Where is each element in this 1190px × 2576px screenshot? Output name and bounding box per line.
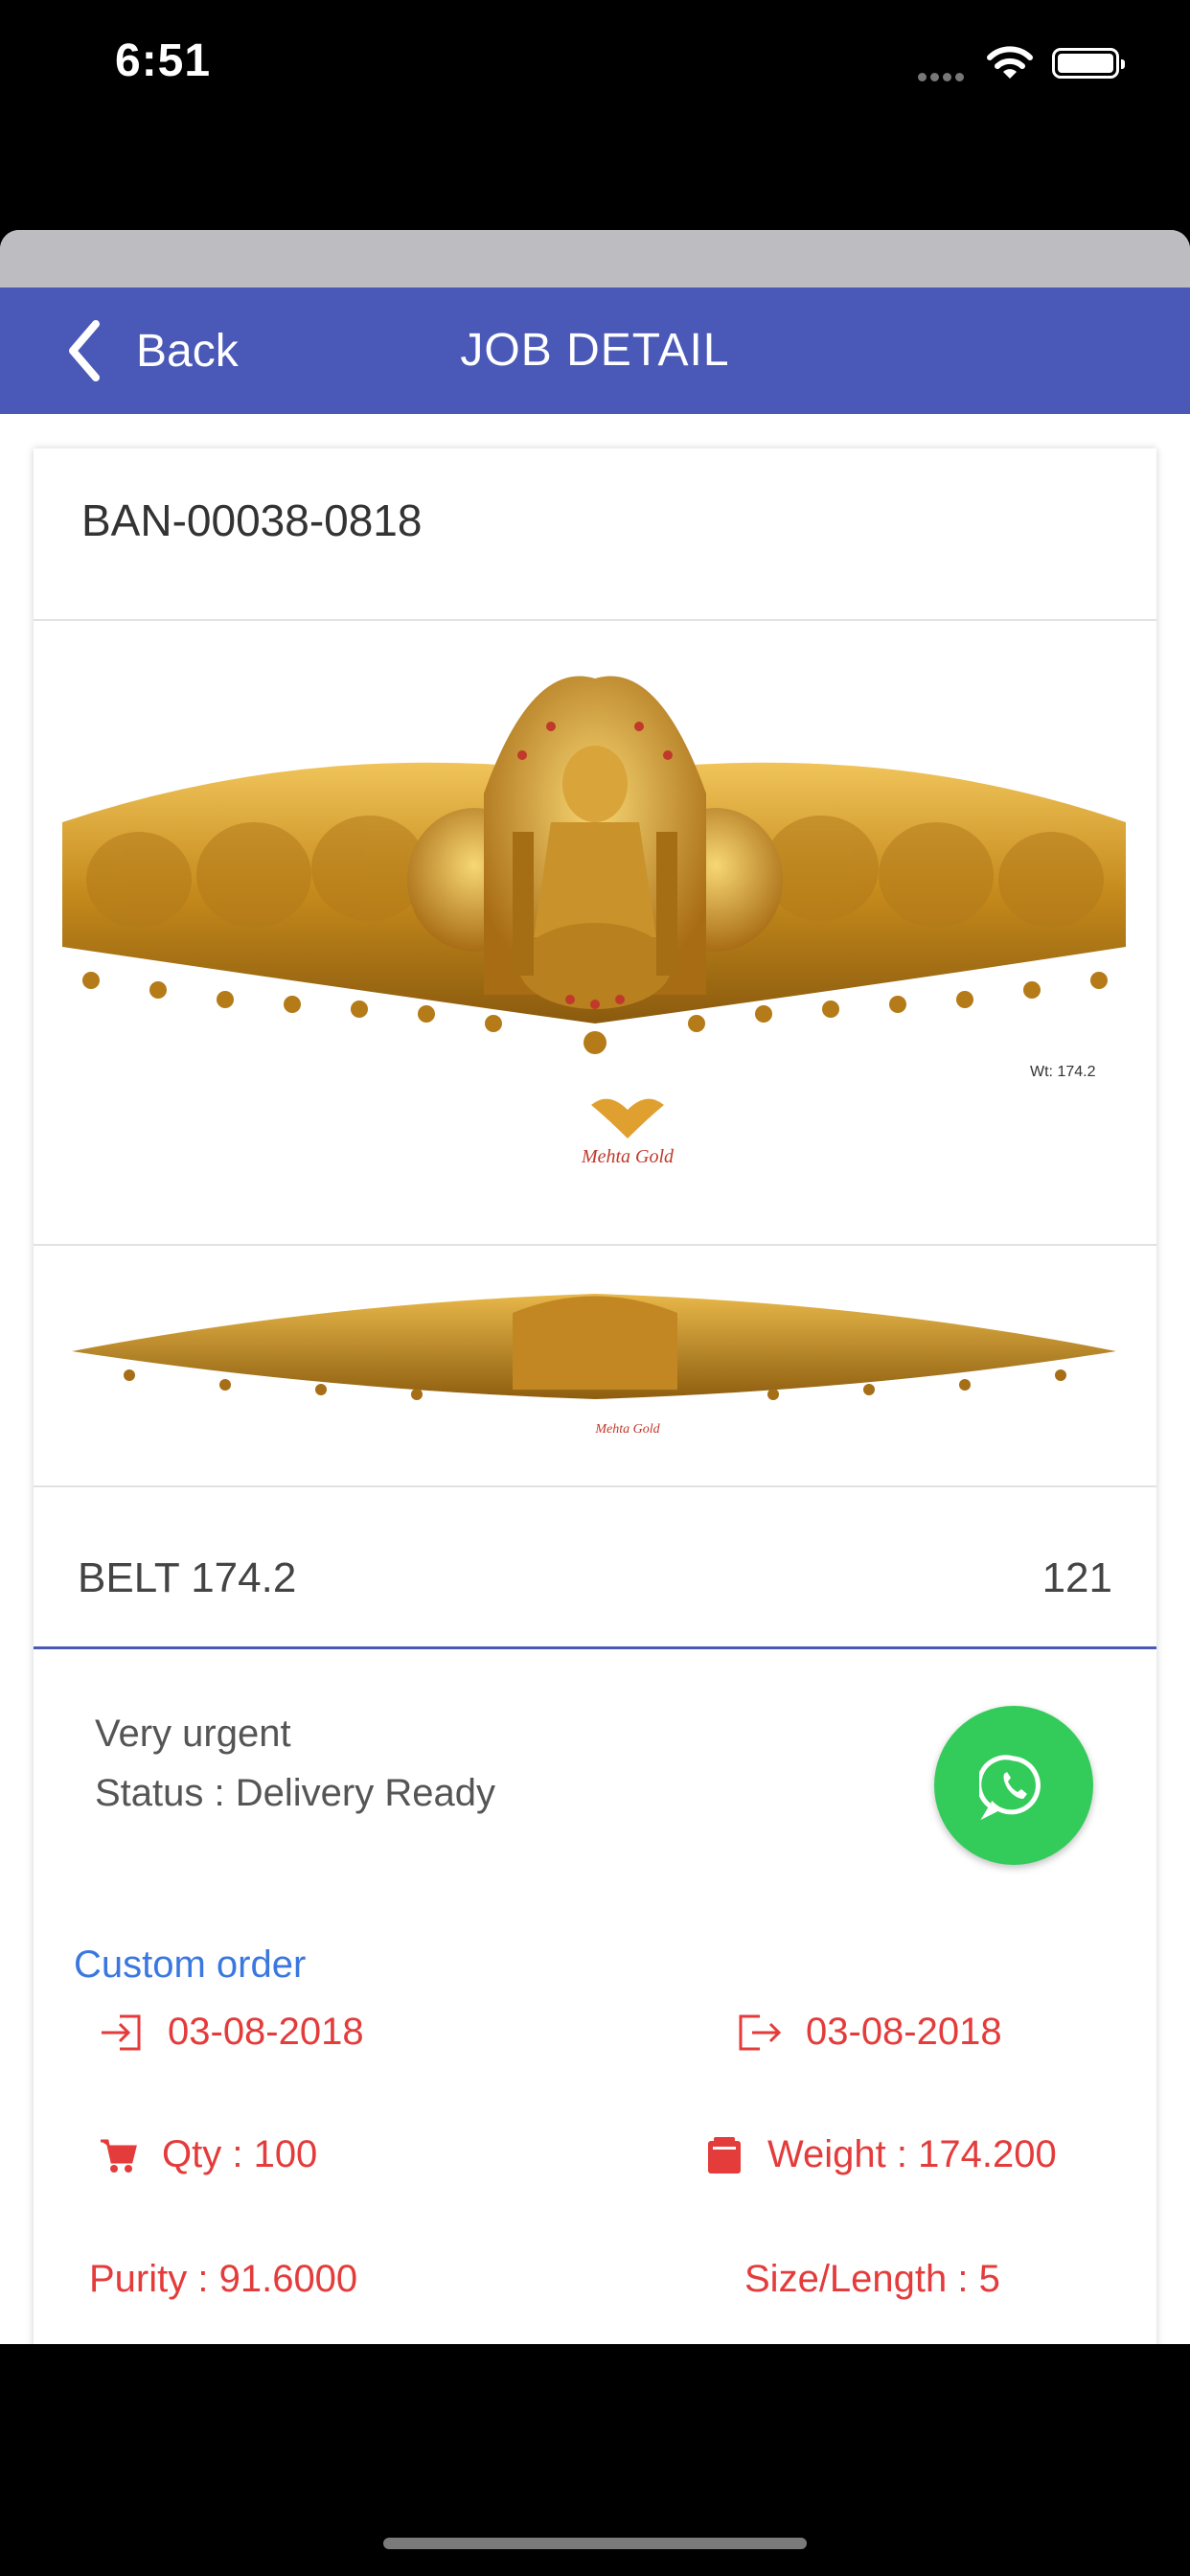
job-id: BAN-00038-0818 [81,495,423,545]
purity-value: Purity : 91.6000 [89,2258,358,2300]
date-out: 03-08-2018 [737,2011,1002,2054]
status-time: 6:51 [115,35,212,86]
note-status: Status : Delivery Ready [95,1772,495,1814]
order-type-link[interactable]: Custom order [74,1944,306,1987]
brand-logo: Mehta Gold [581,1098,675,1167]
date-in: 03-08-2018 [99,2011,364,2054]
product-image-side[interactable]: Mehta Gold [34,1246,1156,1485]
quantity-value: Qty : 100 [162,2133,318,2175]
sign-in-icon [99,2013,143,2052]
page-title: JOB DETAIL [460,325,730,376]
app-screen: Back JOB DETAIL BAN-00038-0818 Wt: 174.2… [0,230,1190,2344]
section-divider [34,1646,1156,1649]
content-area: BAN-00038-0818 Wt: 174.2 Mehta Gold Meht… [0,414,1190,2344]
job-card: BAN-00038-0818 Wt: 174.2 Mehta Gold Meht… [34,448,1156,2344]
weight-value: Weight : 174.200 [767,2133,1057,2175]
wifi-icon [987,46,1033,79]
note-priority: Very urgent [95,1713,291,1755]
item-row: BELT 174.2 121 [34,1487,1156,1648]
status-bar: 6:51 [0,0,1190,134]
item-name: BELT 174.2 [78,1554,297,1601]
signal-icon [918,69,968,86]
weight-icon [706,2135,743,2175]
cart-icon [99,2137,137,2174]
date-out-value: 03-08-2018 [806,2011,1002,2053]
quantity: Qty : 100 [99,2133,317,2176]
product-image-front[interactable]: Wt: 174.2 Mehta Gold [34,621,1156,1244]
navigation-bar: Back JOB DETAIL [0,288,1190,414]
job-note: Very urgent Status : Delivery Ready [95,1704,495,1823]
item-count: 121 [1041,1554,1112,1601]
weight: Weight : 174.200 [706,2133,1057,2176]
weight-watermark: Wt: 174.2 [1030,1064,1096,1080]
brand-name-small: Mehta Gold [594,1422,660,1437]
home-indicator[interactable] [383,2538,807,2549]
brand-name: Mehta Gold [581,1146,675,1167]
sign-out-icon [737,2013,781,2052]
battery-icon [1052,48,1125,79]
whatsapp-button[interactable] [934,1706,1093,1865]
size-length: Size/Length : 5 [744,2258,1000,2301]
sheet-header-strip [0,230,1190,288]
size-value: Size/Length : 5 [744,2258,1000,2300]
date-in-value: 03-08-2018 [168,2011,364,2053]
whatsapp-icon [979,1755,1041,1820]
purity: Purity : 91.6000 [89,2258,357,2301]
